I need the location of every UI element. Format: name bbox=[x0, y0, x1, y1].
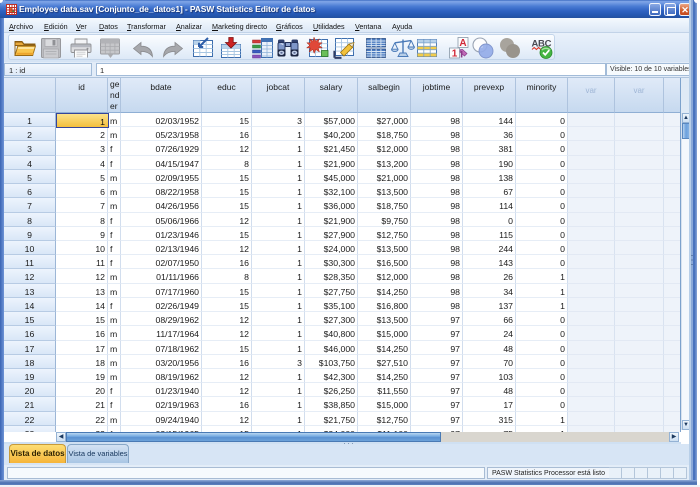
svg-text:1: 1 bbox=[452, 48, 458, 59]
svg-text:A: A bbox=[459, 38, 466, 49]
